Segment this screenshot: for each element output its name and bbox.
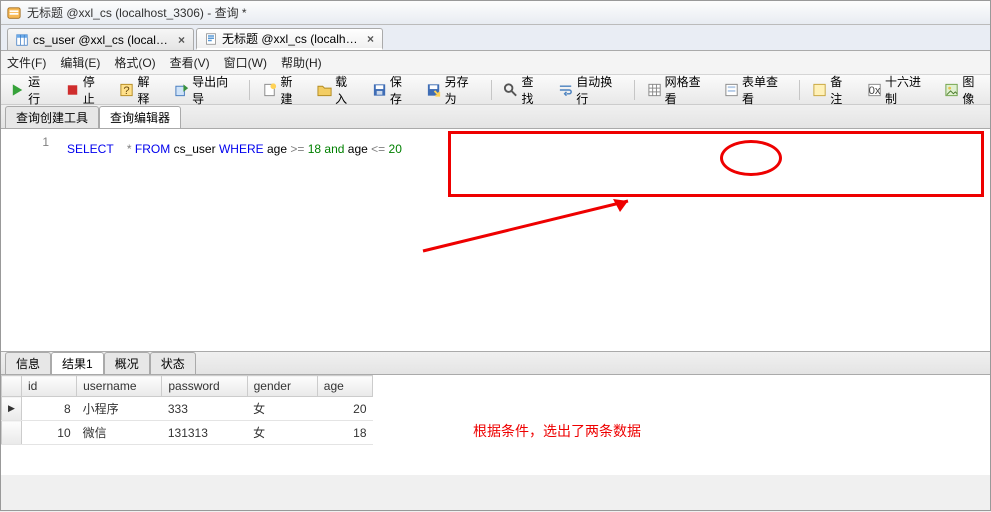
table-icon: [16, 34, 28, 46]
explain-button[interactable]: ?解释: [114, 71, 165, 109]
grid-view-button[interactable]: 网格查看: [642, 71, 715, 109]
col-username[interactable]: username: [77, 376, 162, 397]
note-icon: [812, 82, 827, 98]
doc-tab-untitled[interactable]: 无标题 @xxl_cs (localho... ×: [196, 28, 383, 50]
cell-gender[interactable]: 女: [247, 397, 317, 421]
cell-gender[interactable]: 女: [247, 421, 317, 445]
run-button[interactable]: 运行: [5, 71, 56, 109]
editor-tabs: 查询创建工具 查询编辑器: [1, 105, 990, 129]
col-id[interactable]: id: [21, 376, 76, 397]
cell-password[interactable]: 333: [162, 397, 247, 421]
hex-icon: 0x: [867, 82, 882, 98]
close-icon[interactable]: ×: [367, 32, 374, 46]
auto-wrap-button[interactable]: 自动换行: [553, 71, 626, 109]
row-handle-header: [2, 376, 22, 397]
col-gender[interactable]: gender: [247, 376, 317, 397]
document-tabs: cs_user @xxl_cs (localho... × 无标题 @xxl_c…: [1, 25, 990, 51]
menu-edit[interactable]: 编辑(E): [60, 54, 100, 71]
menu-file[interactable]: 文件(F): [7, 54, 46, 71]
save-as-button[interactable]: 另存为: [421, 71, 483, 109]
row-marker: ▶: [2, 397, 22, 421]
col-age[interactable]: age: [317, 376, 372, 397]
doc-tab-label: 无标题 @xxl_cs (localho...: [222, 30, 362, 47]
grid-icon: [647, 82, 662, 98]
tab-info[interactable]: 信息: [5, 352, 51, 374]
separator: [634, 80, 635, 100]
menu-format[interactable]: 格式(O): [114, 54, 155, 71]
stop-icon: [65, 82, 80, 98]
menu-window[interactable]: 窗口(W): [224, 54, 267, 71]
note-button[interactable]: 备注: [807, 71, 858, 109]
doc-tab-cs-user[interactable]: cs_user @xxl_cs (localho... ×: [7, 28, 194, 50]
search-icon: [503, 82, 518, 98]
form-view-button[interactable]: 表单查看: [719, 71, 792, 109]
tab-query-editor[interactable]: 查询编辑器: [99, 106, 181, 128]
window-title: 无标题 @xxl_cs (localhost_3306) - 查询 *: [27, 4, 247, 21]
save-icon: [372, 82, 387, 98]
annotation-text: 根据条件，选出了两条数据: [473, 421, 641, 441]
close-icon[interactable]: ×: [178, 33, 185, 47]
row-marker: [2, 421, 22, 445]
image-icon: [944, 82, 959, 98]
play-icon: [10, 82, 25, 98]
toolbar: 运行 停止 ?解释 导出向导 新建 载入 保存 另存为 查找 自动换行 网格查看…: [1, 75, 990, 105]
stop-button[interactable]: 停止: [60, 71, 111, 109]
menu-help[interactable]: 帮助(H): [281, 54, 322, 71]
table-row[interactable]: 10 微信 131313 女 18: [2, 421, 373, 445]
wrap-icon: [558, 82, 573, 98]
save-button[interactable]: 保存: [367, 71, 418, 109]
new-icon: [262, 82, 277, 98]
tab-result1[interactable]: 结果1: [51, 352, 104, 374]
tab-profile[interactable]: 概况: [104, 352, 150, 374]
svg-text:?: ?: [124, 84, 130, 96]
result-grid-area: id username password gender age ▶ 8 小程序 …: [1, 375, 990, 475]
separator: [249, 80, 250, 100]
doc-tab-label: cs_user @xxl_cs (localho...: [33, 33, 173, 47]
tab-status[interactable]: 状态: [150, 352, 196, 374]
sql-editor[interactable]: 1 SELECT * FROM cs_user WHERE age >= 18 …: [1, 129, 990, 351]
query-icon: [205, 33, 217, 45]
save-as-icon: [426, 82, 441, 98]
form-icon: [724, 82, 739, 98]
open-icon: [317, 82, 332, 98]
cell-id[interactable]: 10: [21, 421, 76, 445]
title-bar: 无标题 @xxl_cs (localhost_3306) - 查询 *: [1, 1, 990, 25]
result-table[interactable]: id username password gender age ▶ 8 小程序 …: [1, 375, 373, 445]
app-icon: [7, 6, 21, 20]
menu-view[interactable]: 查看(V): [170, 54, 210, 71]
svg-text:0x: 0x: [868, 84, 880, 96]
col-password[interactable]: password: [162, 376, 247, 397]
cell-age[interactable]: 20: [317, 397, 372, 421]
cell-username[interactable]: 小程序: [77, 397, 162, 421]
line-gutter: 1: [1, 129, 59, 351]
cell-username[interactable]: 微信: [77, 421, 162, 445]
export-wizard-button[interactable]: 导出向导: [169, 71, 242, 109]
sql-code[interactable]: SELECT * FROM cs_user WHERE age >= 18 an…: [59, 129, 990, 351]
result-tabs: 信息 结果1 概况 状态: [1, 351, 990, 375]
table-row[interactable]: ▶ 8 小程序 333 女 20: [2, 397, 373, 421]
cell-id[interactable]: 8: [21, 397, 76, 421]
load-button[interactable]: 载入: [312, 71, 363, 109]
find-button[interactable]: 查找: [498, 71, 549, 109]
image-button[interactable]: 图像: [939, 71, 990, 109]
export-icon: [174, 82, 189, 98]
cell-age[interactable]: 18: [317, 421, 372, 445]
tab-query-builder[interactable]: 查询创建工具: [5, 106, 99, 128]
explain-icon: ?: [119, 82, 134, 98]
separator: [799, 80, 800, 100]
new-button[interactable]: 新建: [257, 71, 308, 109]
hex-button[interactable]: 0x十六进制: [862, 71, 935, 109]
cell-password[interactable]: 131313: [162, 421, 247, 445]
separator: [491, 80, 492, 100]
